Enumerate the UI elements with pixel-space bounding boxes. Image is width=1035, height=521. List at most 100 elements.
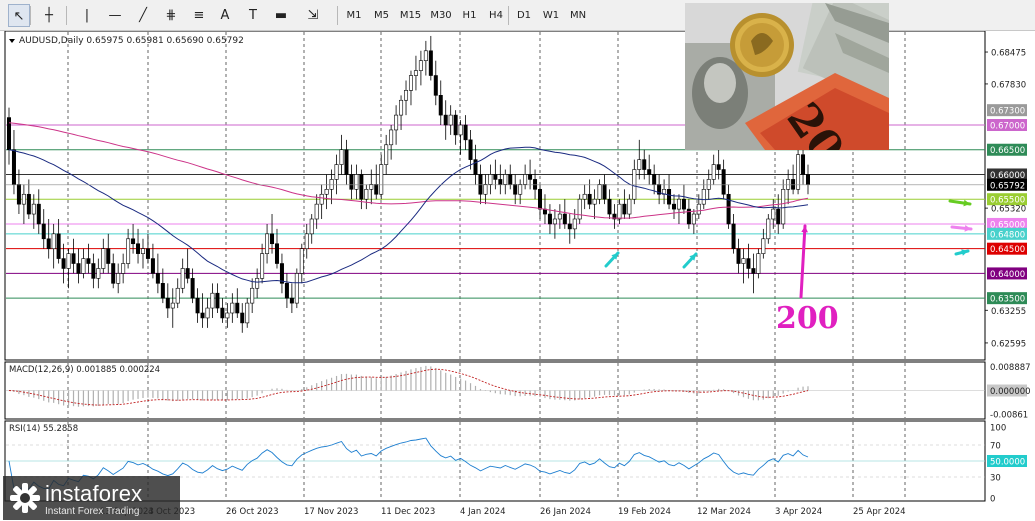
price-tick-label: 0.65320 [991, 205, 1026, 215]
rsi-tick-label: 100 [990, 424, 1006, 434]
level-label-0.64800: 0.64800 [990, 230, 1025, 240]
macd-tick-label: 0.000000 [990, 387, 1031, 397]
timeframe-m1[interactable]: M1 [342, 4, 366, 27]
candle [453, 114, 458, 136]
horizontal-line-icon[interactable]: — [104, 4, 126, 27]
candle [408, 75, 413, 91]
candle [399, 99, 404, 116]
date-label: 11 Dec 2023 [381, 507, 435, 517]
candle [16, 184, 21, 205]
timeframe-m5[interactable]: M5 [369, 4, 394, 27]
timeframe-h1[interactable]: H1 [458, 4, 481, 27]
candle [190, 278, 195, 299]
candle [468, 139, 473, 160]
level-label-top: 0.67300 [990, 107, 1025, 117]
candle [488, 174, 493, 185]
date-label: 26 Jan 2024 [540, 507, 591, 517]
timeframe-d1[interactable]: D1 [512, 4, 536, 27]
candle [354, 174, 359, 190]
text-label-icon[interactable]: T [242, 4, 264, 27]
candle [195, 297, 200, 314]
candle [513, 184, 518, 195]
macd-tick-label: 0.008887 [990, 363, 1031, 373]
timeframe-h4[interactable]: H4 [484, 4, 508, 27]
price-tick-label: 0.68475 [991, 49, 1026, 59]
crosshair-icon[interactable]: ┼ [38, 4, 60, 27]
candle [691, 213, 696, 225]
shapes-icon[interactable]: ▬ [270, 4, 292, 27]
timeframe-m30[interactable]: M30 [427, 4, 455, 27]
text-icon[interactable]: A [214, 4, 236, 27]
candle [478, 174, 483, 195]
price-tick-label: 0.62595 [991, 339, 1026, 349]
cursor-icon[interactable]: ↖ [8, 4, 30, 27]
candle [225, 312, 230, 319]
fibonacci-icon[interactable]: ≡ [188, 4, 210, 27]
candle [423, 50, 428, 61]
candle [518, 184, 523, 195]
equidistant-channel-icon[interactable]: ⋕ [160, 4, 182, 27]
candle [185, 268, 190, 279]
trendline-icon[interactable]: ╱ [132, 4, 154, 27]
candle [265, 233, 270, 254]
date-label: 3 Apr 2024 [775, 507, 822, 517]
candle [299, 248, 304, 274]
candle [145, 248, 150, 259]
candle [21, 193, 26, 205]
candle [339, 149, 344, 165]
candle [448, 114, 453, 126]
candle [622, 203, 627, 215]
candle [175, 287, 180, 304]
level-label-0.67000: 0.67000 [990, 122, 1025, 132]
candle [443, 114, 448, 126]
instaforex-logo: instaforex Instant Forex Trading [3, 476, 180, 520]
candle [240, 312, 245, 324]
toolbar-separator [508, 6, 509, 25]
candle [210, 292, 215, 309]
rsi-label: RSI(14) 55.2858 [9, 424, 78, 434]
candle [627, 198, 632, 215]
rsi-tick-label: 0 [990, 495, 995, 505]
candle [582, 193, 587, 200]
candle [493, 174, 498, 180]
candle [418, 60, 423, 71]
candle [329, 179, 334, 190]
candle [781, 189, 786, 225]
price-tick-label: 0.63255 [991, 307, 1026, 317]
candle [106, 248, 111, 264]
vertical-line-icon[interactable]: | [76, 4, 98, 27]
candle [716, 164, 721, 170]
candle [46, 238, 51, 249]
candle [652, 174, 657, 185]
candle [384, 144, 389, 165]
candle [359, 174, 364, 200]
candle [751, 268, 756, 274]
candle [235, 302, 240, 314]
candle [255, 278, 260, 289]
candle [364, 189, 369, 200]
candle [389, 129, 394, 146]
date-label: 26 Oct 2023 [226, 507, 279, 517]
candle [56, 233, 61, 259]
candle [334, 164, 339, 180]
timeframe-w1[interactable]: W1 [539, 4, 563, 27]
candle [538, 189, 543, 210]
candle [150, 258, 155, 274]
arrows-icon[interactable]: ⇲ [302, 4, 324, 27]
candle [786, 179, 791, 190]
candle [121, 263, 126, 274]
candle [26, 193, 31, 215]
candle [726, 193, 731, 225]
current-price-label: 0.65792 [990, 181, 1025, 191]
candle [458, 124, 463, 136]
candle [76, 263, 81, 274]
banknote-photo: 20 [685, 3, 889, 150]
candle [81, 258, 86, 274]
timeframe-mn[interactable]: MN [566, 4, 590, 27]
timeframe-m15[interactable]: M15 [397, 4, 424, 27]
candle [731, 223, 736, 249]
candle [96, 268, 101, 279]
candle [533, 179, 538, 190]
rsi-tick-label: 50.0000 [990, 458, 1025, 468]
candle [274, 243, 279, 264]
